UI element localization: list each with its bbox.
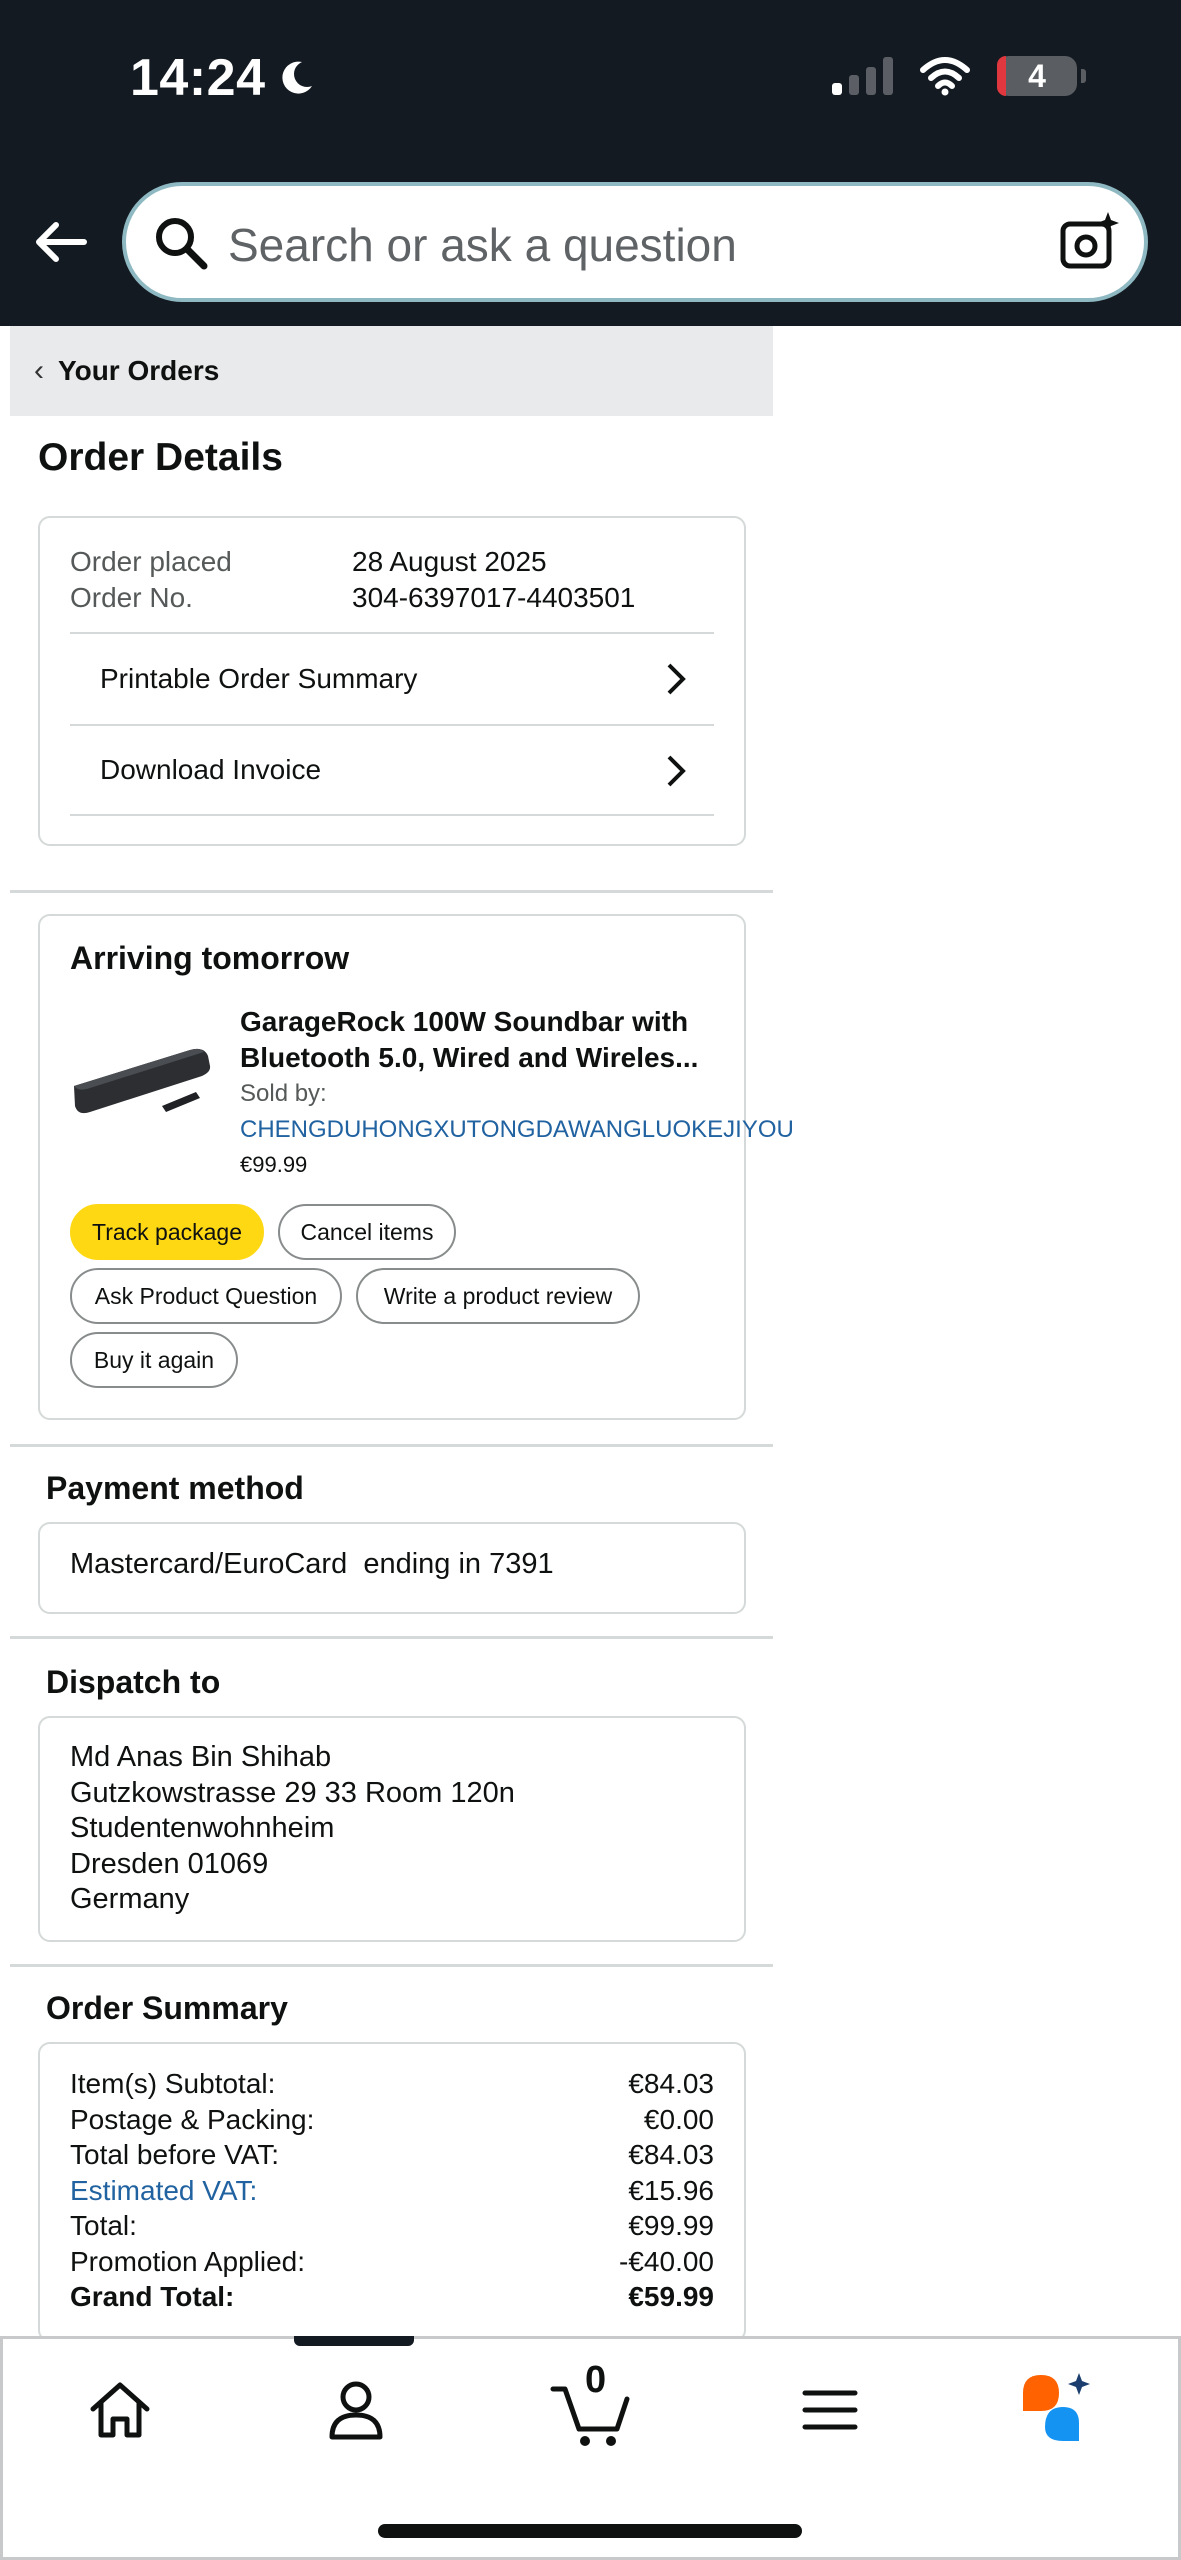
order-summary-heading: Order Summary: [46, 1990, 288, 2026]
address-line2: Studentenwohnheim: [70, 1812, 335, 1844]
summary-label: Promotion Applied:: [70, 2245, 306, 2277]
summary-row-total: Total: €99.99: [70, 2208, 714, 2244]
summary-value: €99.99: [628, 2210, 714, 2241]
moon-icon: [281, 61, 312, 94]
order-number-label: Order No.: [70, 582, 193, 613]
status-bar-time: 14:24: [130, 48, 316, 108]
rufus-assistant-icon[interactable]: [1019, 2369, 1095, 2445]
order-info-values: 28 August 2025 304-6397017-4403501: [352, 544, 635, 616]
summary-value: €84.03: [628, 2068, 714, 2099]
chevron-right-icon: [667, 755, 686, 787]
breadcrumb[interactable]: ‹ Your Orders: [10, 326, 773, 416]
battery-icon: 4: [997, 56, 1086, 96]
cart-count-badge: 0: [585, 2359, 607, 2401]
summary-label: Total before VAT:: [70, 2139, 280, 2170]
payment-method-heading: Payment method: [46, 1470, 304, 1506]
menu-icon[interactable]: [795, 2375, 865, 2445]
product-title-line2: Bluetooth 5.0, Wired and Wireles...: [240, 1042, 699, 1073]
top-header: 14:24 4 Search or ask a question: [0, 0, 1181, 326]
summary-row-estimated-vat: Estimated VAT: €15.96: [70, 2173, 714, 2209]
address-street: Gutzkowstrasse 29 33 Room 120n: [70, 1776, 515, 1809]
section-divider: [10, 1964, 773, 1967]
address-name: Md Anas Bin Shihab: [70, 1741, 332, 1773]
chevron-right-icon: [667, 663, 686, 695]
summary-value: €84.03: [628, 2139, 714, 2170]
section-divider: [10, 890, 773, 893]
summary-label: Total:: [70, 2210, 137, 2241]
dispatch-to-heading: Dispatch to: [46, 1664, 221, 1700]
download-invoice-link[interactable]: Download Invoice: [70, 724, 714, 816]
write-product-review-button[interactable]: Write a product review: [356, 1268, 640, 1324]
home-icon[interactable]: [85, 2375, 155, 2445]
summary-label: Item(s) Subtotal:: [70, 2068, 276, 2099]
wifi-icon: [920, 57, 970, 96]
payment-method-card: Mastercard/EuroCard ending in 7391: [38, 1522, 746, 1614]
summary-value: -€40.00: [619, 2245, 714, 2277]
search-input[interactable]: Search or ask a question: [122, 182, 1148, 302]
address-country: Germany: [70, 1883, 190, 1915]
summary-value: €59.99: [628, 2281, 714, 2312]
order-info-card: Order placed Order No. 28 August 2025 30…: [38, 516, 746, 846]
track-package-button[interactable]: Track package: [70, 1204, 264, 1260]
summary-row-total-before-vat: Total before VAT: €84.03: [70, 2137, 714, 2173]
order-placed-label: Order placed: [70, 546, 232, 577]
cancel-items-button[interactable]: Cancel items: [278, 1204, 456, 1260]
search-icon: [156, 218, 208, 270]
seller-link[interactable]: CHENGDUHONGXUTONGDAWANGLUOKEJIYOU: [240, 1116, 794, 1144]
product-title-line1: GarageRock 100W Soundbar with: [240, 1006, 689, 1037]
sold-by-label: Sold by:: [240, 1080, 327, 1107]
summary-row-grand-total: Grand Total: €59.99: [70, 2279, 714, 2315]
order-summary-card: Item(s) Subtotal: €84.03 Postage & Packi…: [38, 2042, 746, 2342]
summary-value: €15.96: [628, 2174, 714, 2206]
camera-search-icon[interactable]: [1058, 210, 1122, 274]
download-invoice-label: Download Invoice: [100, 754, 322, 785]
page-title: Order Details: [38, 436, 283, 479]
cart-button[interactable]: 0: [549, 2359, 633, 2449]
summary-label: Grand Total:: [70, 2281, 235, 2312]
shipping-address: Md Anas Bin Shihab Gutzkowstrasse 29 33 …: [70, 1740, 515, 1918]
order-info-labels: Order placed Order No.: [70, 544, 232, 616]
breadcrumb-label: Your Orders: [58, 355, 220, 386]
ask-product-question-button[interactable]: Ask Product Question: [70, 1268, 342, 1324]
summary-label: Postage & Packing:: [70, 2103, 315, 2135]
home-indicator-bar[interactable]: [378, 2524, 802, 2538]
summary-value: €0.00: [643, 2103, 714, 2135]
product-image[interactable]: [70, 1028, 220, 1128]
clock-text: 14:24: [130, 49, 266, 107]
active-tab-indicator: [294, 2336, 414, 2346]
printable-order-summary-link[interactable]: Printable Order Summary: [70, 632, 714, 724]
order-details-content: ‹ Your Orders Order Details Order placed…: [10, 326, 794, 2342]
search-placeholder: Search or ask a question: [228, 219, 737, 271]
product-price: €99.99: [240, 1152, 308, 1177]
summary-row-subtotal: Item(s) Subtotal: €84.03: [70, 2066, 714, 2102]
estimated-vat-link[interactable]: Estimated VAT:: [70, 2173, 257, 2209]
delivery-status-heading: Arriving tomorrow: [70, 940, 350, 976]
battery-level: 4: [1028, 57, 1046, 94]
printable-order-summary-label: Printable Order Summary: [100, 663, 418, 694]
shipment-card: Arriving tomorrow GarageRock 100W Soundb…: [38, 914, 794, 1420]
section-divider: [10, 1636, 773, 1639]
section-divider: [10, 1444, 773, 1447]
account-icon[interactable]: [321, 2375, 391, 2445]
chevron-left-icon: ‹: [34, 354, 44, 387]
summary-row-postage: Postage & Packing: €0.00: [70, 2102, 714, 2138]
buy-it-again-button[interactable]: Buy it again: [70, 1332, 238, 1388]
summary-row-promotion: Promotion Applied: -€40.00: [70, 2244, 714, 2280]
product-title[interactable]: GarageRock 100W Soundbar with Bluetooth …: [240, 1004, 740, 1076]
order-number-value: 304-6397017-4403501: [352, 582, 636, 613]
address-city: Dresden 01069: [70, 1847, 269, 1880]
order-placed-value: 28 August 2025: [352, 546, 547, 577]
cellular-signal-icon: [832, 57, 893, 95]
payment-method-text: Mastercard/EuroCard ending in 7391: [70, 1548, 554, 1580]
status-indicators: 4: [832, 56, 1086, 96]
dispatch-address-card: Md Anas Bin Shihab Gutzkowstrasse 29 33 …: [38, 1716, 746, 1942]
back-arrow-icon[interactable]: [30, 212, 90, 272]
